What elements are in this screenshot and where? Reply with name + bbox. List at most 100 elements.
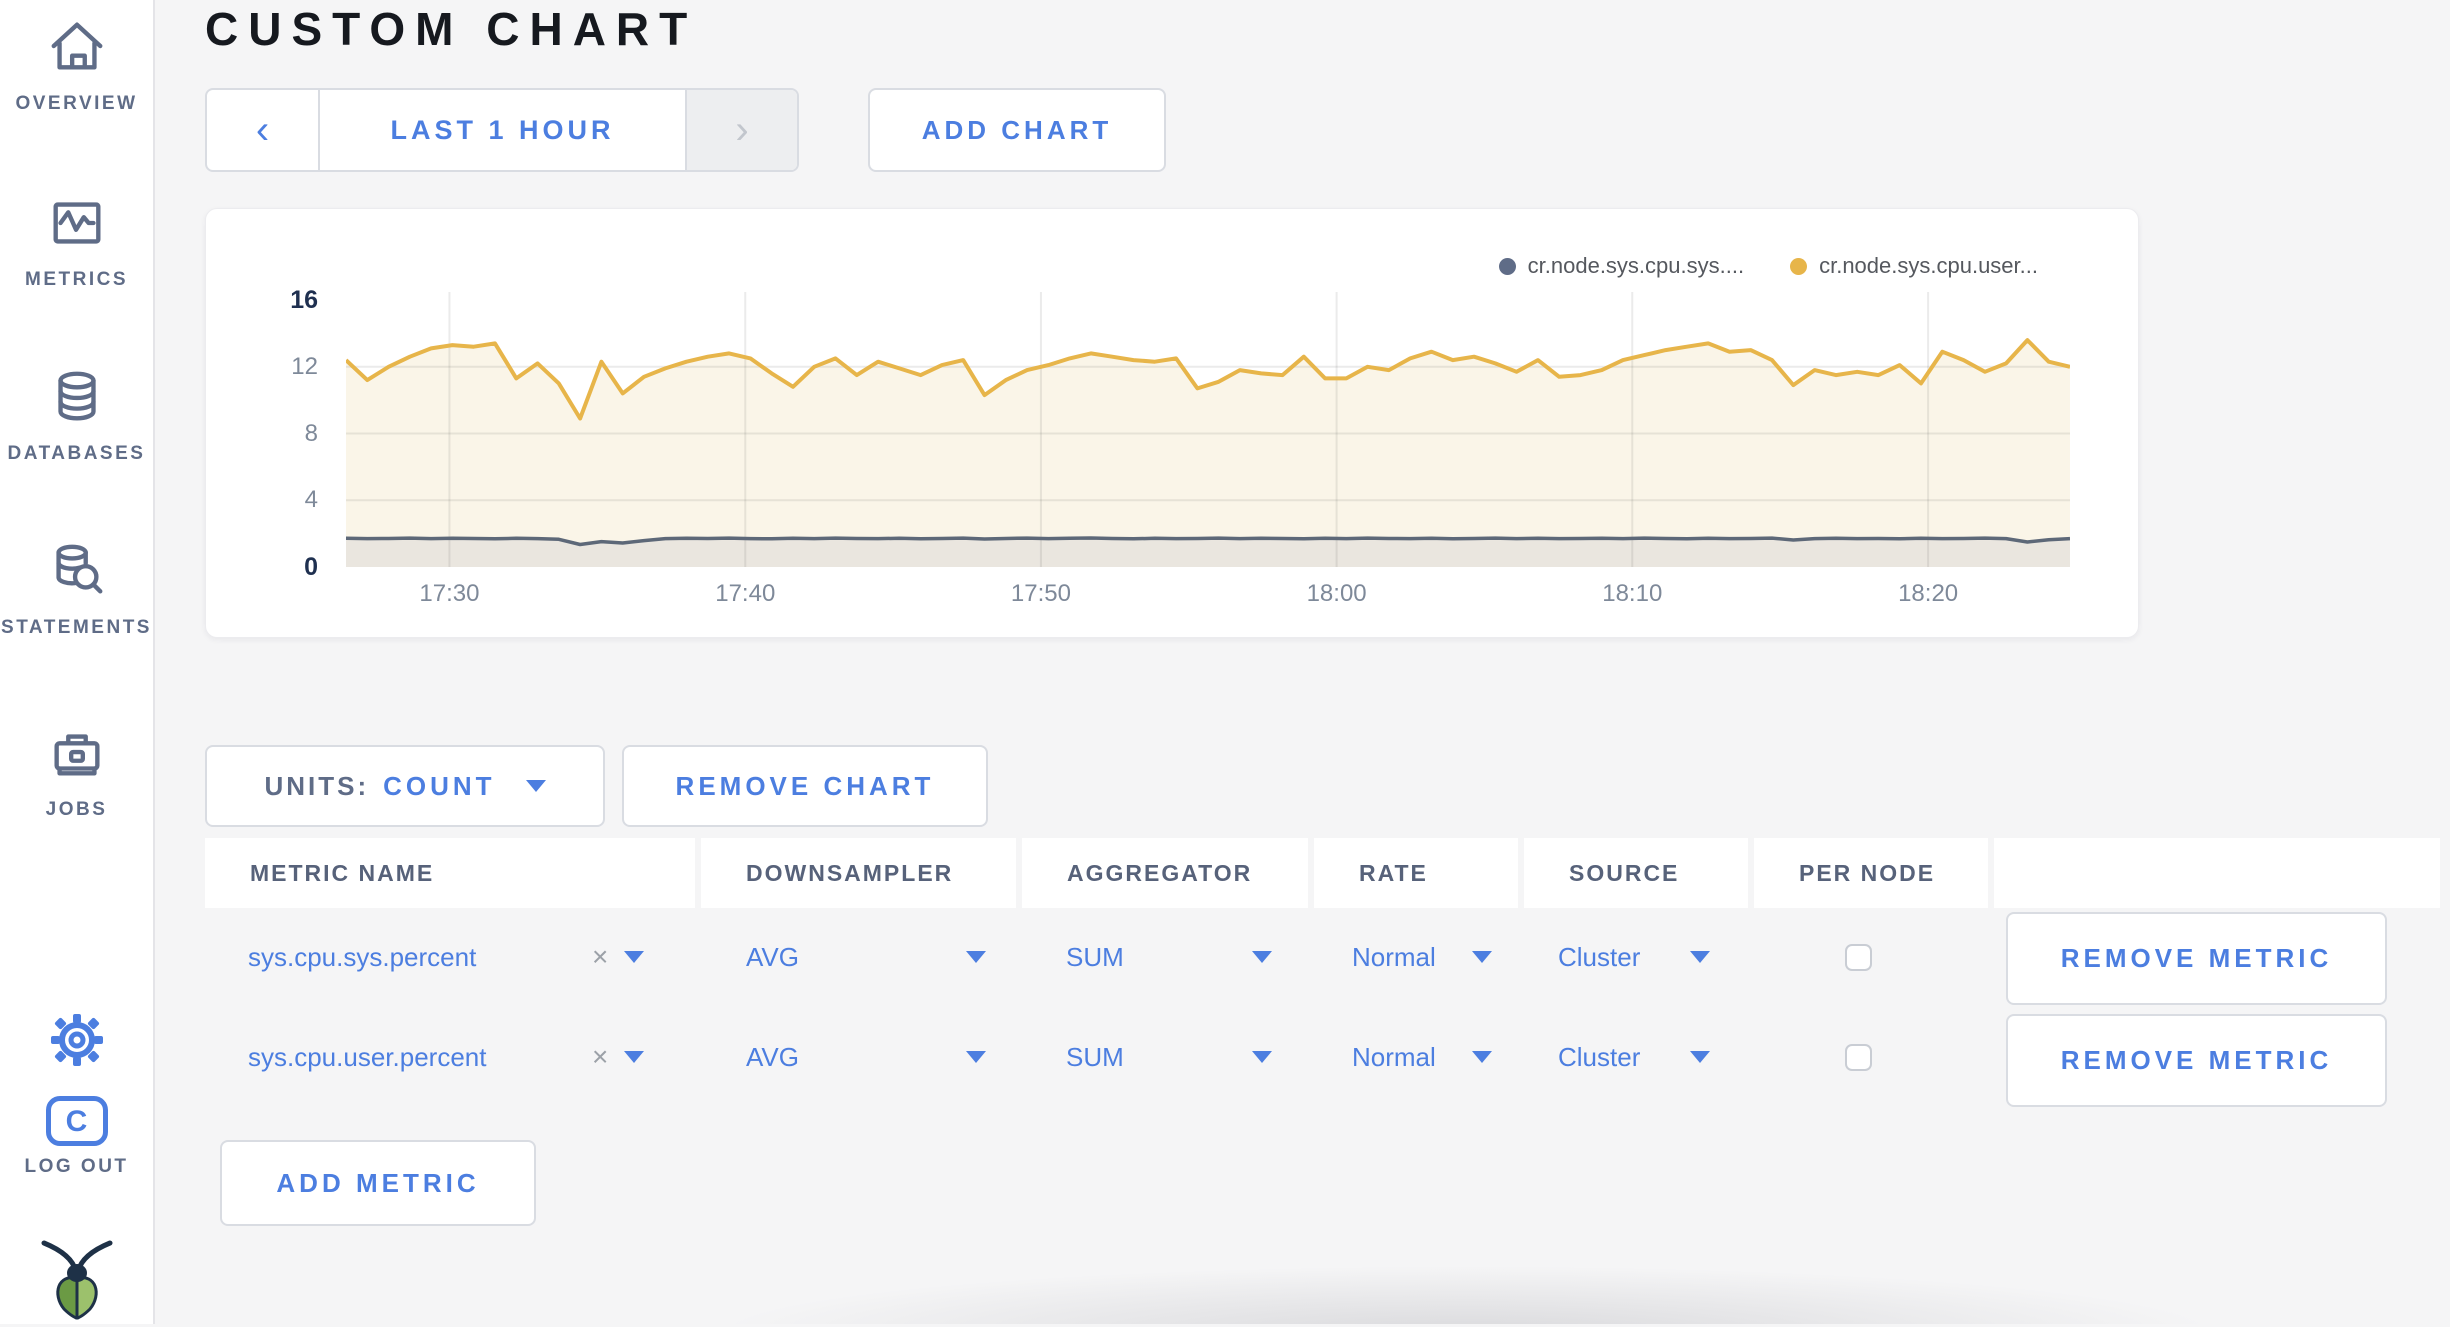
chevron-down-icon [966,1051,986,1063]
remove-metric-button[interactable]: REMOVE METRIC [2006,912,2387,1005]
rate-dropdown[interactable]: Normal [1352,922,1492,992]
downsampler-dropdown[interactable]: AVG [746,922,986,992]
sidebar-item-statements[interactable]: STATEMENTS [0,540,153,639]
metric-clear-control: × [592,1022,645,1092]
units-dropdown[interactable]: UNITS: COUNT [205,745,605,827]
chart-legend: cr.node.sys.cpu.sys.... cr.node.sys.cpu.… [1400,250,2038,282]
cockroach-logo [41,1240,112,1320]
timeseries-plot [346,292,2070,567]
col-header-actions [1994,838,2440,908]
metric-name-dropdown[interactable]: sys.cpu.sys.percent [248,922,476,992]
col-header-per-node: PER NODE [1754,838,1988,908]
remove-chart-button[interactable]: REMOVE CHART [622,745,988,827]
sidebar-item-jobs[interactable]: JOBS [0,722,153,821]
units-label: UNITS: [264,770,370,801]
y-tick-label: 4 [304,486,318,514]
per-node-checkbox[interactable] [1845,943,1872,971]
legend-item: cr.node.sys.cpu.user... [1790,253,2038,279]
downsampler-value: AVG [746,1041,799,1072]
source-dropdown[interactable]: Cluster [1558,1022,1710,1092]
chevron-down-icon[interactable] [624,1051,645,1063]
y-tick-label: 16 [290,286,318,314]
x-tick-label: 17:40 [715,580,776,607]
legend-label: cr.node.sys.cpu.sys.... [1527,253,1745,278]
chevron-down-icon [525,780,546,792]
sidebar: OVERVIEW METRICS DATABASES STATEMENTS JO… [0,0,155,1324]
sidebar-item-label: OVERVIEW [15,93,138,114]
add-chart-button[interactable]: ADD CHART [868,88,1166,172]
gear-icon [50,1014,103,1066]
units-value: COUNT [383,770,496,801]
x-tick-label: 18:20 [1898,580,1959,607]
time-prev-button[interactable]: ‹ [207,90,320,170]
page-title: CUSTOM CHART [205,3,698,55]
legend-dot-sys [1498,257,1516,275]
metric-name-dropdown[interactable]: sys.cpu.user.percent [248,1022,486,1092]
cockroach-c-icon: C [45,1096,108,1146]
sidebar-item-metrics[interactable]: METRICS [0,192,153,291]
legend-label: cr.node.sys.cpu.user... [1819,253,2038,278]
col-header-downsampler: DOWNSAMPLER [701,838,1016,908]
sidebar-logout[interactable]: C LOG OUT [0,1096,153,1178]
chevron-down-icon [966,951,986,963]
time-range-dropdown[interactable]: LAST 1 HOUR [320,90,685,170]
x-tick-label: 17:50 [1010,580,1071,607]
downsampler-value: AVG [746,941,799,972]
sidebar-item-label: METRICS [25,269,128,290]
legend-item: cr.node.sys.cpu.sys.... [1498,253,1745,279]
chevron-down-icon [1252,1051,1272,1063]
sidebar-item-label: STATEMENTS [1,617,152,638]
add-metric-button[interactable]: ADD METRIC [220,1140,536,1226]
metrics-icon [53,202,100,244]
downsampler-dropdown[interactable]: AVG [746,1022,986,1092]
col-header-aggregator: AGGREGATOR [1022,838,1308,908]
chevron-down-icon[interactable] [624,951,645,963]
remove-metric-button[interactable]: REMOVE METRIC [2006,1014,2387,1107]
statements-icon [55,544,102,594]
source-value: Cluster [1558,1041,1641,1072]
aggregator-dropdown[interactable]: SUM [1066,922,1272,992]
jobs-icon [53,734,100,776]
aggregator-dropdown[interactable]: SUM [1066,1022,1272,1092]
aggregator-value: SUM [1066,1041,1124,1072]
y-tick-label: 12 [291,352,318,380]
x-tick-label: 18:00 [1306,580,1367,607]
metric-name-value: sys.cpu.sys.percent [248,941,477,972]
x-tick-label: 17:30 [419,580,480,607]
aggregator-value: SUM [1066,941,1124,972]
sidebar-logo [0,1238,153,1327]
col-header-rate: RATE [1314,838,1518,908]
x-axis-labels: 17:30 17:40 17:50 18:00 18:10 18:20 [346,580,2070,612]
sidebar-item-overview[interactable]: OVERVIEW [0,16,153,115]
rate-value: Normal [1352,941,1436,972]
x-tick-label: 18:10 [1602,580,1663,607]
sidebar-item-databases[interactable]: DATABASES [0,366,153,465]
metric-clear-control: × [592,922,645,992]
col-header-metric-name: METRIC NAME [205,838,695,908]
per-node-cell [1845,1022,1872,1092]
chevron-down-icon [1690,1051,1710,1063]
y-tick-label: 8 [304,419,318,447]
logout-label: LOG OUT [24,1156,129,1177]
chevron-down-icon [1690,951,1710,963]
legend-dot-user [1790,257,1808,275]
source-value: Cluster [1558,941,1641,972]
next-card-shadow [560,1266,2450,1324]
clear-icon[interactable]: × [592,1041,608,1073]
home-icon [51,22,102,70]
chevron-down-icon [1472,951,1492,963]
clear-icon[interactable]: × [592,941,608,973]
per-node-checkbox[interactable] [1845,1043,1872,1071]
metric-name-value: sys.cpu.user.percent [248,1041,487,1072]
col-header-source: SOURCE [1524,838,1748,908]
time-next-button[interactable]: › [685,90,797,170]
y-axis-labels: 16 12 8 4 0 [230,286,330,581]
sidebar-item-label: DATABASES [7,443,146,464]
sidebar-settings[interactable] [0,1012,153,1073]
chevron-down-icon [1252,951,1272,963]
y-tick-label: 0 [304,553,318,581]
rate-dropdown[interactable]: Normal [1352,1022,1492,1092]
time-window-selector: ‹ LAST 1 HOUR › [205,88,799,172]
source-dropdown[interactable]: Cluster [1558,922,1710,992]
rate-value: Normal [1352,1041,1436,1072]
